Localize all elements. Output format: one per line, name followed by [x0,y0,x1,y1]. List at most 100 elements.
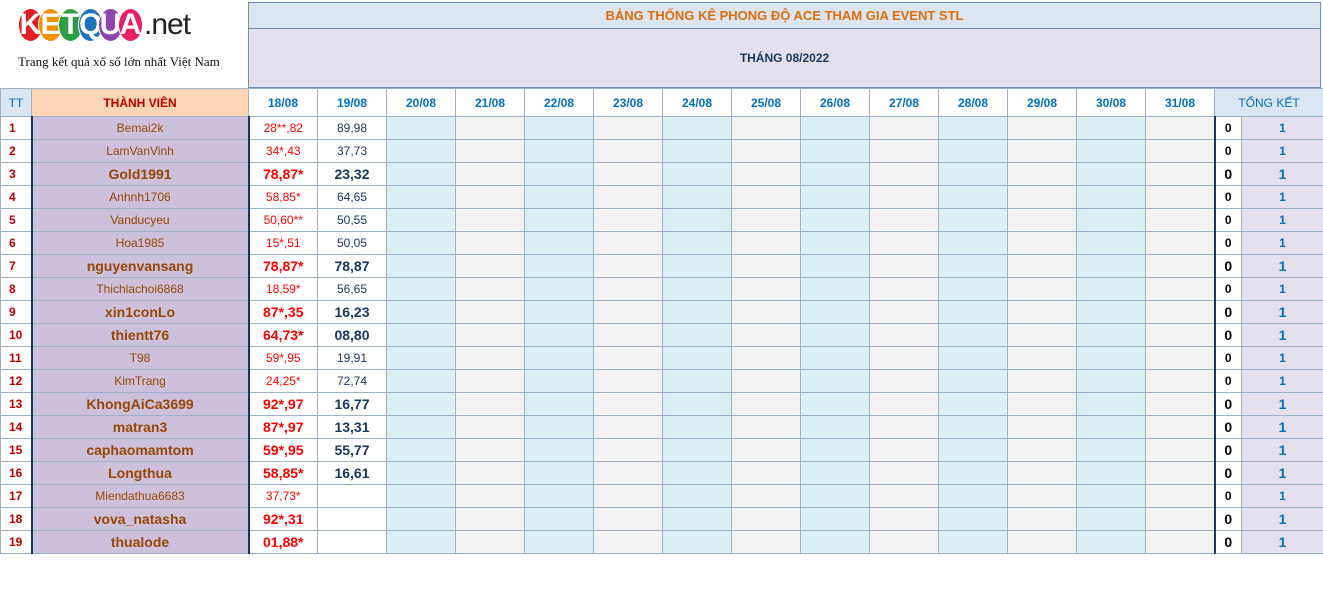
empty-score-cell[interactable] [731,254,801,278]
empty-score-cell[interactable] [869,185,939,209]
empty-score-cell[interactable] [386,484,456,508]
col-header-date[interactable]: 23/08 [593,88,663,117]
total-one-cell[interactable]: 1 [1241,231,1323,255]
score-cell[interactable]: 28**,82 [248,116,318,140]
empty-score-cell[interactable] [524,185,594,209]
total-one-cell[interactable]: 1 [1241,415,1323,439]
empty-score-cell[interactable] [731,208,801,232]
empty-score-cell[interactable] [938,323,1008,347]
empty-score-cell[interactable] [1007,254,1077,278]
empty-score-cell[interactable] [593,346,663,370]
empty-score-cell[interactable] [731,277,801,301]
empty-score-cell[interactable] [1007,231,1077,255]
member-name-cell[interactable]: vova_natasha [30,507,250,531]
score-cell[interactable]: 16,23 [317,300,387,324]
empty-score-cell[interactable] [1007,530,1077,554]
empty-score-cell[interactable] [1145,254,1215,278]
empty-score-cell[interactable] [1007,116,1077,140]
empty-score-cell[interactable] [1076,461,1146,485]
total-one-cell[interactable]: 1 [1241,392,1323,416]
col-header-date[interactable]: 29/08 [1007,88,1077,117]
total-one-cell[interactable]: 1 [1241,185,1323,209]
empty-score-cell[interactable] [938,369,1008,393]
empty-score-cell[interactable] [386,323,456,347]
empty-score-cell[interactable] [1007,415,1077,439]
empty-score-cell[interactable] [662,162,732,186]
empty-score-cell[interactable] [800,415,870,439]
empty-score-cell[interactable] [1145,415,1215,439]
empty-score-cell[interactable] [731,139,801,163]
empty-score-cell[interactable] [593,162,663,186]
score-cell[interactable] [317,507,387,531]
empty-score-cell[interactable] [938,300,1008,324]
empty-score-cell[interactable] [1145,346,1215,370]
total-zero-cell[interactable]: 0 [1213,208,1242,232]
score-cell[interactable]: 87*,35 [248,300,318,324]
empty-score-cell[interactable] [869,323,939,347]
score-cell[interactable]: 01,88* [248,530,318,554]
empty-score-cell[interactable] [455,507,525,531]
total-one-cell[interactable]: 1 [1241,139,1323,163]
empty-score-cell[interactable] [1007,139,1077,163]
score-cell[interactable]: 19,91 [317,346,387,370]
empty-score-cell[interactable] [386,116,456,140]
col-header-date[interactable]: 24/08 [662,88,732,117]
empty-score-cell[interactable] [1076,415,1146,439]
empty-score-cell[interactable] [593,139,663,163]
empty-score-cell[interactable] [1145,484,1215,508]
empty-score-cell[interactable] [662,507,732,531]
empty-score-cell[interactable] [800,369,870,393]
member-name-cell[interactable]: caphaomamtom [30,438,250,462]
empty-score-cell[interactable] [593,392,663,416]
total-zero-cell[interactable]: 0 [1213,277,1242,301]
member-name-cell[interactable]: Bemai2k [30,116,250,140]
score-cell[interactable]: 78,87* [248,162,318,186]
empty-score-cell[interactable] [593,415,663,439]
total-one-cell[interactable]: 1 [1241,484,1323,508]
member-name-cell[interactable]: thientt76 [30,323,250,347]
empty-score-cell[interactable] [938,484,1008,508]
total-zero-cell[interactable]: 0 [1213,139,1242,163]
col-header-date[interactable]: 21/08 [455,88,525,117]
score-cell[interactable]: 56,65 [317,277,387,301]
empty-score-cell[interactable] [455,116,525,140]
empty-score-cell[interactable] [1145,323,1215,347]
member-name-cell[interactable]: Miendathua6683 [30,484,250,508]
empty-score-cell[interactable] [524,461,594,485]
col-header-date[interactable]: 22/08 [524,88,594,117]
empty-score-cell[interactable] [800,346,870,370]
empty-score-cell[interactable] [455,277,525,301]
total-zero-cell[interactable]: 0 [1213,415,1242,439]
row-number-cell[interactable]: 8 [0,277,32,301]
empty-score-cell[interactable] [1007,185,1077,209]
score-cell[interactable]: 23,32 [317,162,387,186]
empty-score-cell[interactable] [386,438,456,462]
total-one-cell[interactable]: 1 [1241,507,1323,531]
empty-score-cell[interactable] [662,300,732,324]
empty-score-cell[interactable] [869,484,939,508]
empty-score-cell[interactable] [524,507,594,531]
total-zero-cell[interactable]: 0 [1213,461,1242,485]
empty-score-cell[interactable] [800,231,870,255]
total-one-cell[interactable]: 1 [1241,277,1323,301]
empty-score-cell[interactable] [524,392,594,416]
empty-score-cell[interactable] [800,300,870,324]
empty-score-cell[interactable] [731,185,801,209]
empty-score-cell[interactable] [524,116,594,140]
empty-score-cell[interactable] [800,507,870,531]
empty-score-cell[interactable] [386,185,456,209]
empty-score-cell[interactable] [731,438,801,462]
member-name-cell[interactable]: matran3 [30,415,250,439]
empty-score-cell[interactable] [1076,507,1146,531]
empty-score-cell[interactable] [386,415,456,439]
total-zero-cell[interactable]: 0 [1213,116,1242,140]
empty-score-cell[interactable] [938,507,1008,531]
empty-score-cell[interactable] [869,231,939,255]
empty-score-cell[interactable] [800,277,870,301]
empty-score-cell[interactable] [524,346,594,370]
empty-score-cell[interactable] [593,461,663,485]
empty-score-cell[interactable] [800,116,870,140]
empty-score-cell[interactable] [1007,346,1077,370]
empty-score-cell[interactable] [800,254,870,278]
member-name-cell[interactable]: KhongAiCa3699 [30,392,250,416]
